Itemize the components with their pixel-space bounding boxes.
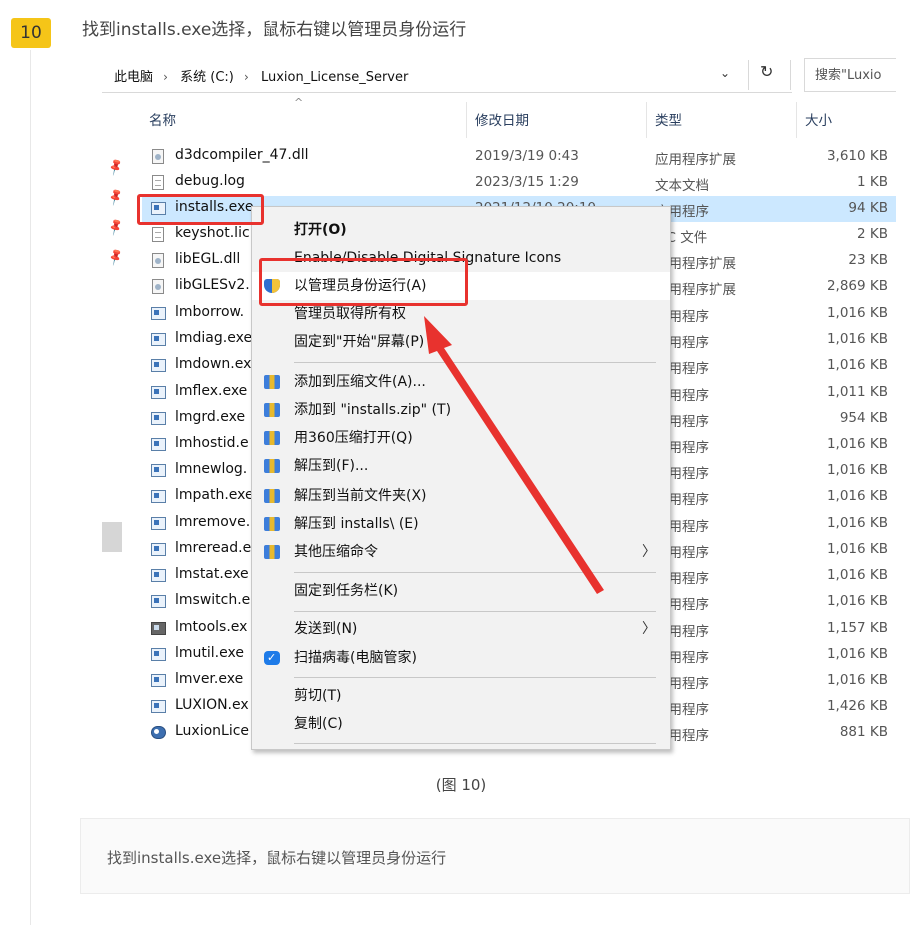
arrow-shape <box>424 316 604 594</box>
description-box: 找到installs.exe选择，鼠标右键以管理员身份运行 <box>80 818 910 894</box>
description-text: 找到installs.exe选择，鼠标右键以管理员身份运行 <box>107 849 447 867</box>
figure-caption: (图 10) <box>435 776 487 794</box>
